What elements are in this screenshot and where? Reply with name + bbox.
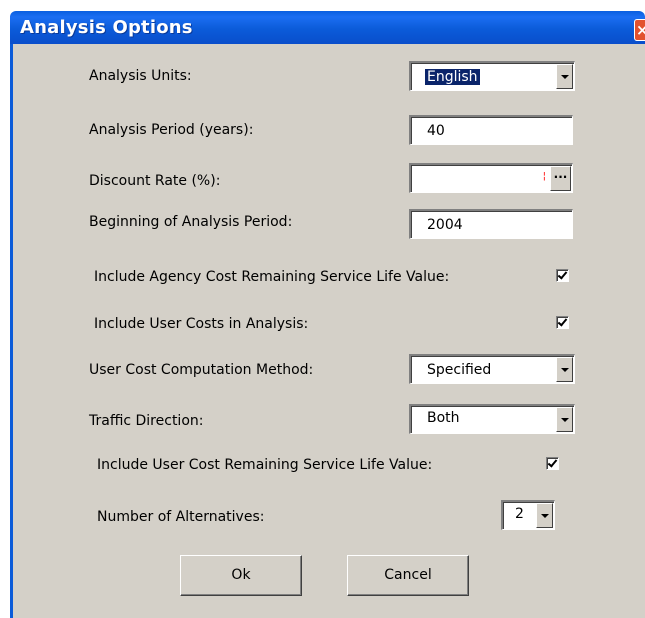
beginning-period-input[interactable]: 2004 [409,209,573,239]
agency-cost-rsl-label: Include Agency Cost Remaining Service Li… [94,269,450,285]
user-cost-method-dropdown[interactable]: Specified [409,354,575,384]
beginning-period-value: 2004 [427,217,463,233]
discount-rate-indicator: ¦ [542,171,546,182]
analysis-period-value: 40 [427,123,445,139]
traffic-direction-dropdown[interactable]: Both [409,404,575,434]
chevron-down-icon[interactable] [536,503,553,528]
window-title: Analysis Options [20,17,193,38]
user-cost-rsl-checkbox[interactable] [546,457,559,470]
chevron-down-icon[interactable] [556,64,573,89]
agency-cost-rsl-checkbox[interactable] [556,269,569,282]
cancel-button[interactable]: Cancel [347,555,469,596]
discount-rate-input[interactable]: ¦ ... [409,163,573,193]
analysis-options-dialog: Analysis Options × Analysis Units: Engli… [0,0,645,618]
num-alternatives-label: Number of Alternatives: [97,509,265,525]
close-icon: × [636,20,645,40]
user-cost-method-value: Specified [427,362,492,378]
analysis-units-value: English [425,69,480,85]
analysis-period-input[interactable]: 40 [409,115,573,145]
num-alternatives-dropdown[interactable]: 2 [501,500,555,530]
ok-button[interactable]: Ok [180,555,302,596]
dialog-body: Analysis Units: English Analysis Period … [10,44,645,618]
discount-rate-label: Discount Rate (%): [89,173,221,189]
num-alternatives-value: 2 [515,506,524,522]
chevron-down-icon[interactable] [556,357,573,382]
title-bar[interactable]: Analysis Options × [10,11,645,44]
user-costs-label: Include User Costs in Analysis: [94,316,309,332]
user-cost-method-label: User Cost Computation Method: [89,362,314,378]
traffic-direction-value: Both [427,410,460,426]
chevron-down-icon[interactable] [556,407,573,432]
analysis-units-dropdown[interactable]: English [409,61,575,91]
user-cost-rsl-label: Include User Cost Remaining Service Life… [97,457,433,473]
beginning-period-label: Beginning of Analysis Period: [89,214,293,230]
traffic-direction-label: Traffic Direction: [89,413,204,429]
user-costs-checkbox[interactable] [556,316,569,329]
discount-rate-browse-button[interactable]: ... [550,166,571,191]
analysis-units-label: Analysis Units: [89,68,192,84]
analysis-period-label: Analysis Period (years): [89,122,254,138]
close-button[interactable]: × [634,19,645,41]
